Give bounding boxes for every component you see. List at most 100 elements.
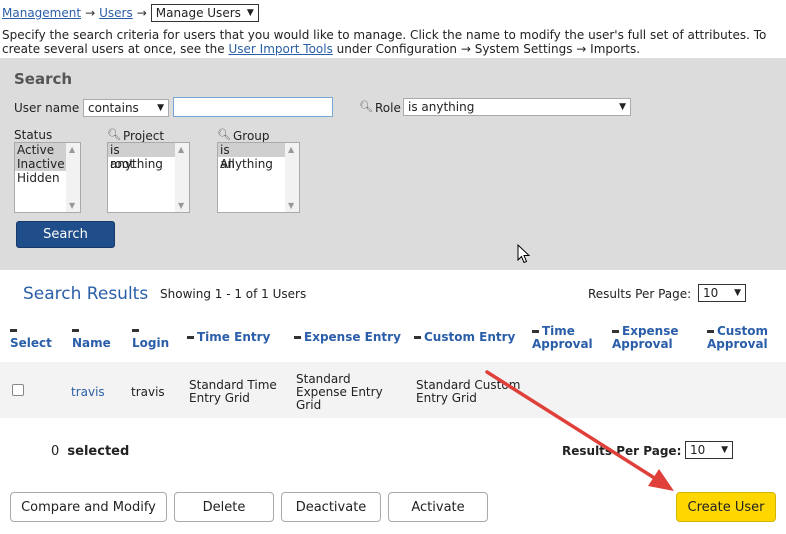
col-custom-approval-label-1: Custom bbox=[717, 324, 768, 338]
sort-icon[interactable] bbox=[72, 329, 79, 332]
role-value: is anything bbox=[408, 100, 475, 114]
col-time-approval-label-1: Time bbox=[542, 324, 575, 338]
sort-icon[interactable] bbox=[707, 330, 714, 333]
sort-icon[interactable] bbox=[532, 330, 539, 333]
role-label: Role bbox=[375, 101, 401, 115]
col-expense-entry[interactable]: Expense Entry bbox=[294, 331, 401, 344]
user-time-entry: Standard Time Entry Grid bbox=[189, 379, 277, 405]
col-custom-entry[interactable]: Custom Entry bbox=[414, 331, 515, 344]
scroll-down-icon[interactable]: ▼ bbox=[178, 201, 184, 210]
group-option[interactable]: is anything bbox=[218, 143, 285, 171]
breadcrumb-management-link[interactable]: Management bbox=[2, 6, 81, 20]
user-import-tools-link[interactable]: User Import Tools bbox=[228, 42, 332, 56]
sort-icon[interactable] bbox=[414, 336, 421, 339]
scroll-up-icon[interactable]: ▲ bbox=[178, 145, 184, 154]
group-label: Group bbox=[233, 129, 270, 143]
col-time-entry-label: Time Entry bbox=[197, 330, 271, 344]
sort-icon[interactable] bbox=[612, 330, 619, 333]
sort-icon[interactable] bbox=[187, 336, 194, 339]
status-label: Status bbox=[14, 128, 53, 142]
magnifier-icon[interactable]: 🔍︎ bbox=[359, 100, 373, 113]
breadcrumb-separator: → bbox=[136, 6, 147, 20]
username-input[interactable] bbox=[173, 97, 333, 117]
col-login[interactable]: Login bbox=[132, 329, 169, 350]
project-option[interactable]: is anything bbox=[108, 143, 175, 171]
search-title: Search bbox=[14, 70, 73, 88]
table-row bbox=[0, 362, 786, 418]
breadcrumb-current: Manage Users bbox=[155, 6, 241, 20]
project-label: Project bbox=[123, 129, 165, 143]
compare-and-modify-button[interactable]: Compare and Modify bbox=[10, 492, 167, 522]
caret-down-icon: ▼ bbox=[157, 103, 164, 113]
caret-down-icon: ▼ bbox=[246, 8, 254, 18]
mouse-cursor-icon bbox=[517, 244, 531, 264]
selection-summary: 0 selected bbox=[51, 444, 129, 459]
col-expense-approval[interactable]: Expense Approval bbox=[612, 325, 679, 351]
col-expense-approval-label-2: Approval bbox=[612, 337, 673, 351]
user-custom-entry-line: Entry Grid bbox=[416, 391, 477, 405]
sort-icon[interactable] bbox=[294, 336, 301, 339]
status-listbox[interactable]: Active Inactive Hidden ▲ ▼ bbox=[14, 142, 81, 213]
results-title: Search Results bbox=[23, 284, 149, 304]
username-label: User name bbox=[14, 101, 80, 115]
caret-down-icon: ▼ bbox=[721, 445, 728, 455]
deactivate-button[interactable]: Deactivate bbox=[281, 492, 381, 522]
selected-label: selected bbox=[67, 444, 130, 459]
scroll-up-icon[interactable]: ▲ bbox=[288, 145, 294, 154]
username-operator-select[interactable]: contains ▼ bbox=[83, 99, 169, 117]
col-custom-approval[interactable]: Custom Approval bbox=[707, 325, 768, 351]
intro-text: Specify the search criteria for users th… bbox=[2, 28, 772, 56]
listbox-scrollbar[interactable]: ▲ ▼ bbox=[66, 143, 80, 212]
listbox-scrollbar[interactable]: ▲ ▼ bbox=[175, 143, 189, 212]
user-expense-entry-line: Grid bbox=[296, 398, 322, 412]
scroll-up-icon[interactable]: ▲ bbox=[69, 145, 75, 154]
col-name[interactable]: Name bbox=[72, 329, 111, 350]
search-button[interactable]: Search bbox=[16, 221, 115, 248]
user-name-link[interactable]: travis bbox=[71, 386, 105, 399]
group-listbox[interactable]: is anything All ▲ ▼ bbox=[217, 142, 300, 213]
col-name-label: Name bbox=[72, 336, 111, 350]
role-select[interactable]: is anything ▼ bbox=[403, 98, 631, 116]
user-expense-entry: Standard Expense Entry Grid bbox=[296, 373, 383, 412]
col-time-approval[interactable]: Time Approval bbox=[532, 325, 593, 351]
col-expense-approval-label-1: Expense bbox=[622, 324, 679, 338]
user-custom-entry: Standard Custom Entry Grid bbox=[416, 379, 520, 405]
results-per-page-select-bottom[interactable]: 10 ▼ bbox=[685, 441, 733, 459]
scroll-down-icon[interactable]: ▼ bbox=[69, 201, 75, 210]
results-per-page-select-top[interactable]: 10 ▼ bbox=[698, 284, 746, 302]
caret-down-icon: ▼ bbox=[734, 288, 741, 298]
col-select[interactable]: Select bbox=[10, 329, 52, 350]
scroll-down-icon[interactable]: ▼ bbox=[288, 201, 294, 210]
listbox-scrollbar[interactable]: ▲ ▼ bbox=[285, 143, 299, 212]
col-time-entry[interactable]: Time Entry bbox=[187, 331, 270, 344]
activate-button[interactable]: Activate bbox=[388, 492, 488, 522]
selected-count: 0 bbox=[51, 444, 60, 459]
create-user-button[interactable]: Create User bbox=[676, 492, 776, 522]
caret-down-icon: ▼ bbox=[619, 102, 626, 112]
results-count: Showing 1 - 1 of 1 Users bbox=[160, 287, 307, 301]
col-login-label: Login bbox=[132, 336, 170, 350]
breadcrumb: Management → Users → Manage Users ▼ bbox=[2, 3, 259, 23]
breadcrumb-separator: → bbox=[85, 6, 96, 20]
results-per-page-value: 10 bbox=[690, 443, 706, 457]
col-time-approval-label-2: Approval bbox=[532, 337, 593, 351]
magnifier-icon[interactable]: 🔍︎ bbox=[217, 128, 231, 141]
col-select-label: Select bbox=[10, 336, 52, 350]
row-select-checkbox[interactable] bbox=[12, 384, 24, 396]
user-time-entry-line: Entry Grid bbox=[189, 391, 250, 405]
breadcrumb-users-link[interactable]: Users bbox=[99, 6, 133, 20]
magnifier-icon[interactable]: 🔍︎ bbox=[107, 128, 121, 141]
col-expense-entry-label: Expense Entry bbox=[304, 330, 401, 344]
project-listbox[interactable]: is anything root ▲ ▼ bbox=[107, 142, 190, 213]
sort-icon[interactable] bbox=[132, 329, 139, 332]
col-custom-entry-label: Custom Entry bbox=[424, 330, 516, 344]
breadcrumb-page-select[interactable]: Manage Users ▼ bbox=[150, 4, 259, 22]
intro-text-part2: under Configuration → System Settings → … bbox=[332, 42, 641, 56]
user-login: travis bbox=[131, 385, 165, 399]
col-custom-approval-label-2: Approval bbox=[707, 337, 768, 351]
username-operator-value: contains bbox=[88, 101, 139, 115]
sort-icon[interactable] bbox=[10, 329, 17, 332]
delete-button[interactable]: Delete bbox=[174, 492, 274, 522]
results-per-page-value: 10 bbox=[703, 286, 719, 300]
results-per-page-label: Results Per Page: bbox=[588, 287, 692, 301]
